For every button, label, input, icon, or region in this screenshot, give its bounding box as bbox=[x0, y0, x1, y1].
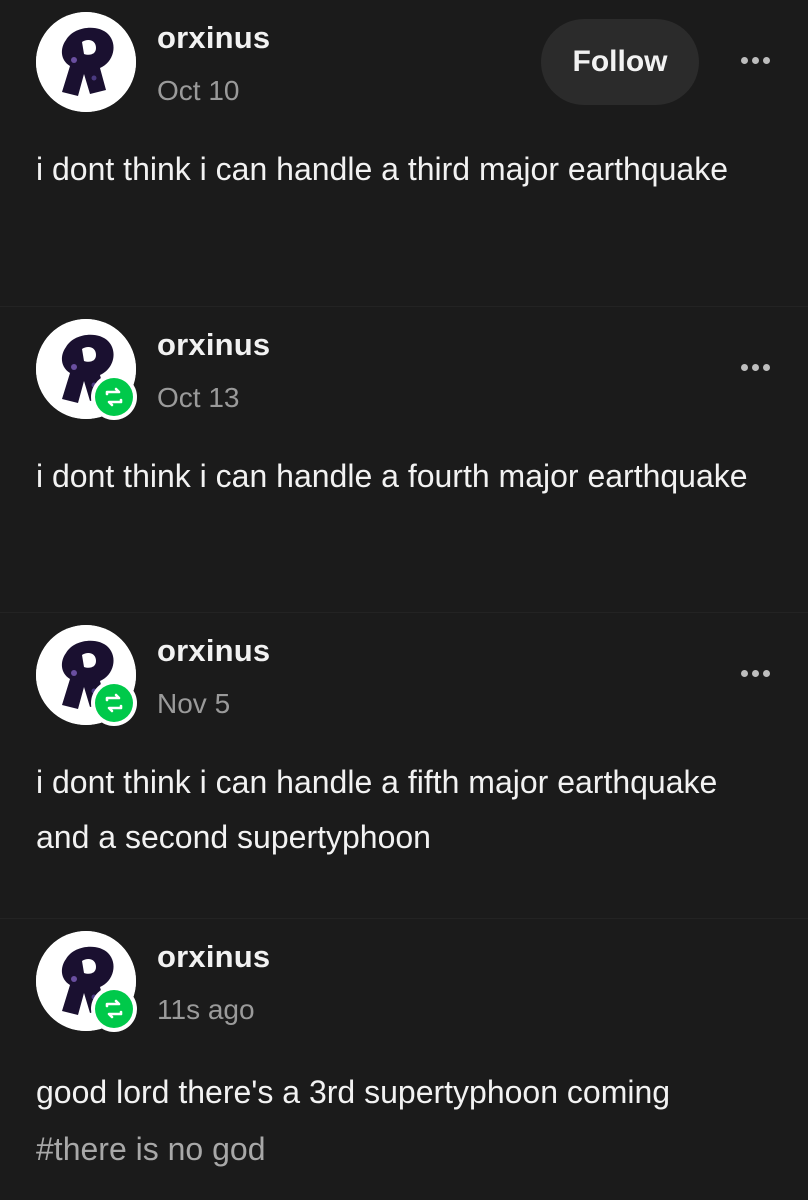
username[interactable]: orxinus bbox=[157, 633, 270, 669]
post-text: good lord there's a 3rd supertyphoon com… bbox=[36, 1074, 671, 1110]
avatar[interactable] bbox=[36, 12, 136, 112]
post-timestamp[interactable]: 11s ago bbox=[157, 994, 255, 1026]
dot bbox=[740, 363, 748, 371]
more-options-icon[interactable] bbox=[730, 42, 780, 78]
post: orxinus Nov 5 i dont think i can handle … bbox=[0, 612, 808, 896]
reblog-icon bbox=[105, 693, 123, 713]
more-options-icon[interactable] bbox=[730, 655, 780, 691]
post: orxinus 11s ago good lord there's a 3rd … bbox=[0, 918, 808, 1200]
more-options-icon[interactable] bbox=[730, 349, 780, 385]
dot bbox=[751, 669, 759, 677]
reblog-icon bbox=[105, 999, 123, 1019]
avatar-image bbox=[36, 12, 136, 112]
post-timestamp[interactable]: Oct 13 bbox=[157, 382, 239, 414]
dot bbox=[762, 363, 770, 371]
post-text: i dont think i can handle a fifth major … bbox=[36, 764, 718, 855]
post-timestamp[interactable]: Nov 5 bbox=[157, 688, 230, 720]
dot bbox=[740, 56, 748, 64]
dot bbox=[762, 56, 770, 64]
dot bbox=[762, 669, 770, 677]
reblog-icon bbox=[105, 387, 123, 407]
post-tag[interactable]: #there is no god bbox=[36, 1131, 266, 1168]
username[interactable]: orxinus bbox=[157, 939, 270, 975]
follow-button[interactable]: Follow bbox=[541, 19, 699, 105]
reblog-badge bbox=[91, 374, 137, 420]
dot bbox=[740, 669, 748, 677]
reblog-thread: orxinus Oct 10 Follow i dont think i can… bbox=[0, 0, 808, 1200]
username[interactable]: orxinus bbox=[157, 327, 270, 363]
post: orxinus Oct 10 Follow i dont think i can… bbox=[0, 0, 808, 284]
reblog-badge bbox=[91, 680, 137, 726]
post: orxinus Oct 13 i dont think i can handle… bbox=[0, 306, 808, 590]
username[interactable]: orxinus bbox=[157, 20, 270, 56]
reblog-badge bbox=[91, 986, 137, 1032]
post-text: i dont think i can handle a fourth major… bbox=[36, 458, 748, 494]
post-timestamp[interactable]: Oct 10 bbox=[157, 75, 239, 107]
dot bbox=[751, 363, 759, 371]
dot bbox=[751, 56, 759, 64]
post-text: i dont think i can handle a third major … bbox=[36, 151, 728, 187]
